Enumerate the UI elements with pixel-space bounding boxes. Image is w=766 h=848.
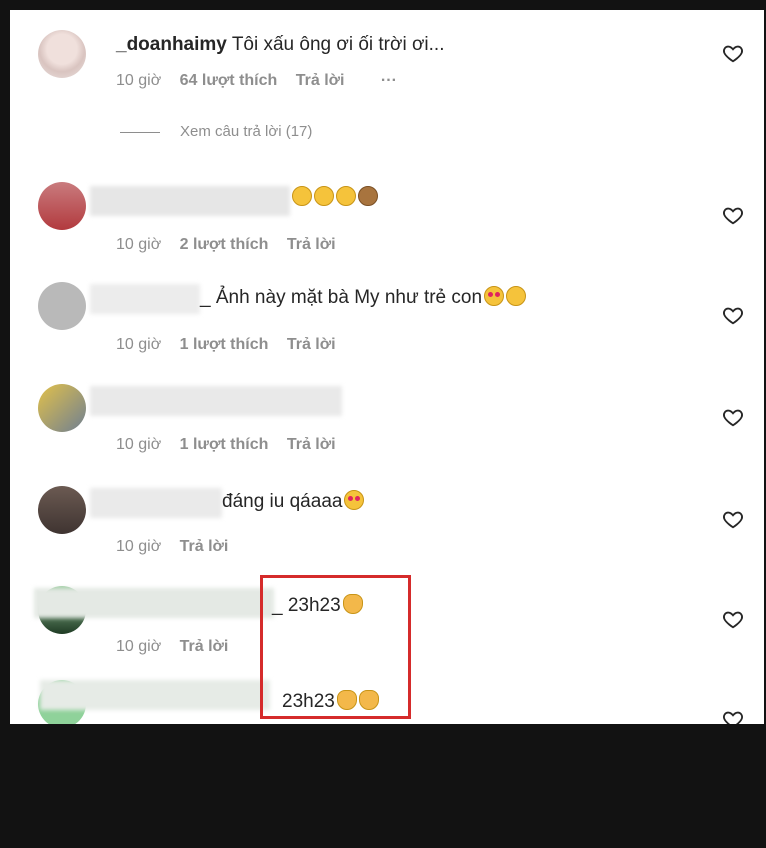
comment-text: đáng iu qáaaa xyxy=(222,490,365,513)
reply-link[interactable]: Trả lời xyxy=(296,72,345,89)
comment-text: _ Ảnh này mặt bà My như trẻ con xyxy=(200,286,527,309)
comments-panel: _doanhaimy Tôi xấu ông ơi ối trời ơi... … xyxy=(10,10,764,724)
comment-meta: 10 giờ 1 lượt thích Trả lời xyxy=(116,336,336,353)
blurred-comment xyxy=(90,386,342,416)
blurred-username xyxy=(34,588,274,618)
reply-link[interactable]: Trả lời xyxy=(287,336,336,353)
comment-username[interactable]: _doanhaimy xyxy=(116,34,227,55)
blurred-username xyxy=(40,680,270,710)
heart-outline-icon[interactable] xyxy=(722,42,744,64)
view-replies-link[interactable]: Xem câu trả lời (17) xyxy=(120,123,312,140)
grin-emoji-icon xyxy=(506,286,527,306)
heart-outline-icon[interactable] xyxy=(722,304,744,326)
grin-emoji-icon xyxy=(336,186,356,206)
grin-emoji-icon xyxy=(292,186,312,206)
avatar[interactable] xyxy=(38,486,86,534)
comment-meta: 10 giờ 2 lượt thích Trả lời xyxy=(116,236,336,253)
avatar[interactable] xyxy=(38,282,86,330)
blurred-username xyxy=(90,186,290,216)
comment-emoji xyxy=(290,186,378,209)
reply-link[interactable]: Trả lời xyxy=(180,538,229,555)
comment-meta: 10 giờ Trả lời xyxy=(116,638,229,655)
likes-count[interactable]: 64 lượt thích xyxy=(180,72,278,89)
blurred-username xyxy=(90,488,222,518)
heart-outline-icon[interactable] xyxy=(722,406,744,428)
reply-link[interactable]: Trả lời xyxy=(287,236,336,253)
heart-outline-icon[interactable] xyxy=(722,708,744,724)
likes-count[interactable]: 1 lượt thích xyxy=(180,436,269,453)
comment-meta: 10 giờ 1 lượt thích Trả lời xyxy=(116,436,336,453)
likes-count[interactable]: 2 lượt thích xyxy=(180,236,269,253)
heart-outline-icon[interactable] xyxy=(722,204,744,226)
reply-link[interactable]: Trả lời xyxy=(180,638,229,655)
comment-meta: 10 giờ Trả lời xyxy=(116,538,229,555)
heart-outline-icon[interactable] xyxy=(722,508,744,530)
grin-emoji-icon xyxy=(314,186,334,206)
comment-text: _doanhaimy Tôi xấu ông ơi ối trời ơi... xyxy=(116,34,445,55)
avatar[interactable] xyxy=(38,384,86,432)
monkey-emoji-icon xyxy=(358,186,378,206)
blurred-username xyxy=(90,284,200,314)
reply-link[interactable]: Trả lời xyxy=(287,436,336,453)
likes-count[interactable]: 1 lượt thích xyxy=(180,336,269,353)
divider xyxy=(120,131,160,133)
heart-outline-icon[interactable] xyxy=(722,608,744,630)
heart-eyes-emoji-icon xyxy=(344,490,365,510)
avatar[interactable] xyxy=(38,182,86,230)
more-options-icon[interactable]: ··· xyxy=(381,72,397,89)
heart-eyes-emoji-icon xyxy=(484,286,505,306)
avatar[interactable] xyxy=(38,30,86,78)
highlight-box xyxy=(260,575,411,719)
comment-meta: 10 giờ 64 lượt thích Trả lời ··· xyxy=(116,72,397,89)
